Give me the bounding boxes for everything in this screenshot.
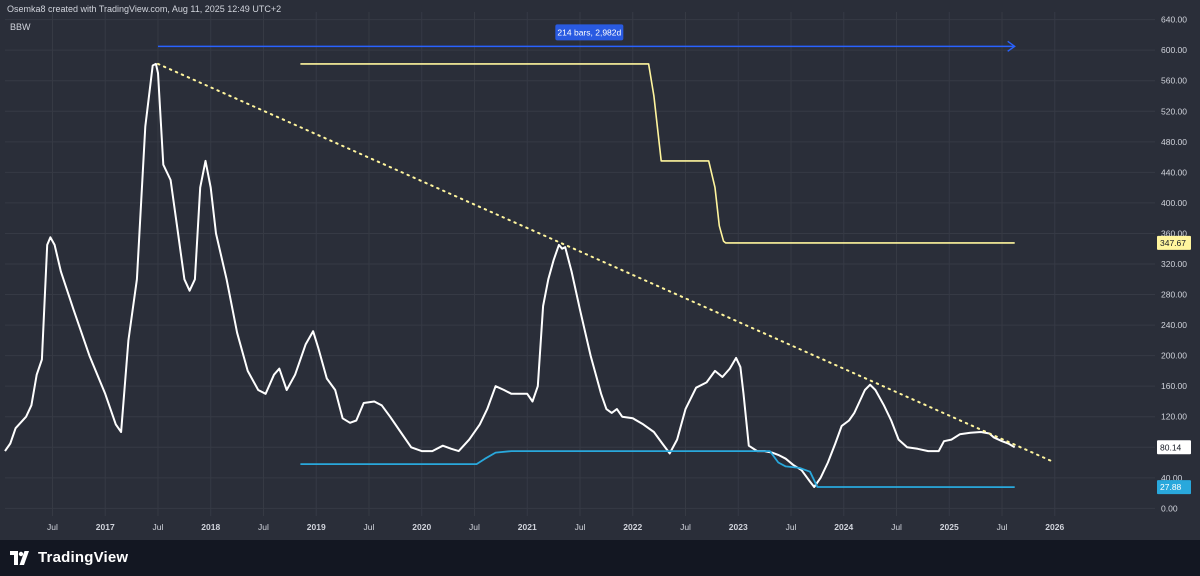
- x-tick-label: 2026: [1045, 522, 1064, 532]
- y-tick-label: 120.00: [1161, 412, 1187, 422]
- last-value-label-lower: 27.88: [1160, 482, 1182, 492]
- y-tick-label: 440.00: [1161, 167, 1187, 177]
- measure-label: 214 bars, 2,982d: [557, 27, 621, 37]
- y-tick-label: 240.00: [1161, 320, 1187, 330]
- brand[interactable]: TradingView: [10, 549, 128, 566]
- x-tick-label: Jul: [47, 522, 58, 532]
- series-lower-line: [300, 450, 1015, 488]
- x-tick-label: Jul: [258, 522, 269, 532]
- series-bbw-line: [4, 62, 1016, 488]
- grid-layer: [5, 12, 1155, 516]
- y-tick-label: 560.00: [1161, 76, 1187, 86]
- bottom-bar: TradingView: [0, 540, 1200, 576]
- chart-panel[interactable]: Osemka8 created with TradingView.com, Au…: [0, 0, 1200, 540]
- y-tick-label: 520.00: [1161, 106, 1187, 116]
- series-trendline-line: [157, 62, 1056, 464]
- x-tick-label: 2020: [412, 522, 431, 532]
- y-tick-label: 320.00: [1161, 259, 1187, 269]
- y-tick-label: 600.00: [1161, 45, 1187, 55]
- x-tick-label: 2021: [518, 522, 537, 532]
- x-tick-label: 2018: [201, 522, 220, 532]
- x-tick-label: 2022: [623, 522, 642, 532]
- x-tick-label: Jul: [891, 522, 902, 532]
- axis-layer: 0.0040.0080.00120.00160.00200.00240.0028…: [47, 15, 1187, 532]
- x-tick-label: Jul: [786, 522, 797, 532]
- y-tick-label: 480.00: [1161, 137, 1187, 147]
- x-tick-label: Jul: [469, 522, 480, 532]
- y-tick-label: 280.00: [1161, 290, 1187, 300]
- last-value-label-bbw: 80.14: [1160, 442, 1182, 452]
- series-upper-line: [300, 63, 1015, 244]
- y-tick-label: 0.00: [1161, 503, 1178, 513]
- x-tick-label: Jul: [364, 522, 375, 532]
- y-tick-label: 400.00: [1161, 198, 1187, 208]
- x-tick-label: 2024: [834, 522, 853, 532]
- y-tick-label: 160.00: [1161, 381, 1187, 391]
- tradingview-logo-icon: [10, 550, 29, 565]
- x-tick-label: Jul: [575, 522, 586, 532]
- brand-name: TradingView: [38, 549, 129, 566]
- x-tick-label: Jul: [680, 522, 691, 532]
- x-tick-label: 2025: [940, 522, 959, 532]
- x-tick-label: 2023: [729, 522, 748, 532]
- bbw-chart[interactable]: 0.0040.0080.00120.00160.00200.00240.0028…: [0, 0, 1200, 540]
- series-layer: [4, 62, 1056, 488]
- x-tick-label: Jul: [997, 522, 1008, 532]
- last-value-label-upper: 347.67: [1160, 238, 1186, 248]
- y-tick-label: 200.00: [1161, 351, 1187, 361]
- overlay-layer: 214 bars, 2,982d 347.67 80.14 27.88: [157, 24, 1191, 495]
- x-tick-label: 2019: [307, 522, 326, 532]
- y-tick-label: 640.00: [1161, 15, 1187, 25]
- x-tick-label: Jul: [153, 522, 164, 532]
- x-tick-label: 2017: [96, 522, 115, 532]
